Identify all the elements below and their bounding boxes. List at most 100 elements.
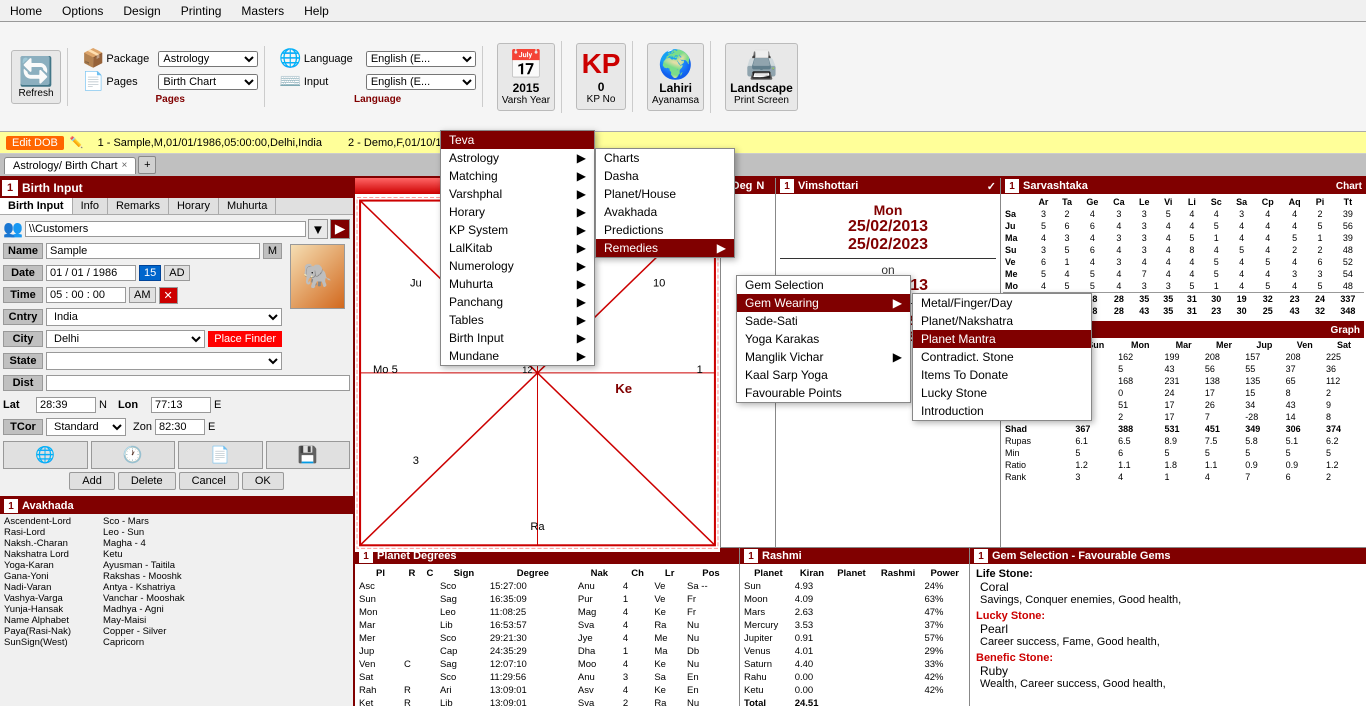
rem-yoga-karakas[interactable]: Yoga Karakas: [737, 330, 910, 348]
teva-menu-item-muhurta[interactable]: Muhurta▶: [441, 275, 594, 293]
gw-planet-mantra[interactable]: Planet Mantra: [913, 330, 1091, 348]
tab-close-button[interactable]: ×: [122, 160, 128, 171]
shadbala-graph-btn[interactable]: Graph: [1331, 325, 1360, 336]
teva-menu-item-mundane[interactable]: Mundane▶: [441, 347, 594, 365]
place-finder-button[interactable]: Place Finder: [208, 331, 282, 347]
time-clear-btn[interactable]: ✕: [159, 287, 178, 304]
teva-menu-item-horary[interactable]: Horary▶: [441, 203, 594, 221]
av-val-9: May-Maisi: [103, 615, 146, 626]
doc-button[interactable]: 📄: [178, 441, 263, 469]
menu-printing[interactable]: Printing: [171, 2, 232, 20]
pencil-icon[interactable]: ✏️: [70, 136, 84, 149]
tcor-select[interactable]: Standard: [46, 418, 126, 436]
landscape-button[interactable]: 🖨️ Landscape Print Screen: [725, 43, 798, 111]
sarv-chart-btn[interactable]: Chart: [1336, 181, 1362, 192]
customer-path-input[interactable]: [25, 221, 306, 237]
add-button[interactable]: Add: [69, 472, 115, 490]
charts-submenu: Charts Dasha Planet/House Avakhada Predi…: [595, 148, 735, 258]
tab-astrology-birth-chart[interactable]: Astrology/ Birth Chart ×: [4, 157, 136, 174]
toolbar: 🔄 Refresh 📦 Package Astrology 📄 Pages: [0, 22, 1366, 132]
pages-select[interactable]: Birth Chart: [158, 74, 258, 90]
gw-items-donate[interactable]: Items To Donate: [913, 366, 1091, 384]
rashmi-row-moon: Moon4.0963%: [744, 594, 965, 605]
tab-horary[interactable]: Horary: [169, 198, 219, 214]
gw-introduction[interactable]: Introduction: [913, 402, 1091, 420]
state-select[interactable]: [46, 352, 282, 370]
teva-menu-item-lalkitab[interactable]: LalKitab▶: [441, 239, 594, 257]
teva-menu-item-tables[interactable]: Tables▶: [441, 311, 594, 329]
teva-menu-item-numerology[interactable]: Numerology▶: [441, 257, 594, 275]
menu-design[interactable]: Design: [113, 2, 170, 20]
language-select[interactable]: English (E...: [366, 51, 476, 67]
ok-button[interactable]: OK: [242, 472, 284, 490]
clock-button[interactable]: 🕐: [91, 441, 176, 469]
teva-menu-item-matching[interactable]: Matching▶: [441, 167, 594, 185]
tab-label: Astrology/ Birth Chart: [13, 160, 118, 172]
rem-kaal-sarp[interactable]: Kaal Sarp Yoga: [737, 366, 910, 384]
gw-contradict[interactable]: Contradict. Stone: [913, 348, 1091, 366]
name-input[interactable]: [46, 243, 260, 259]
refresh-button[interactable]: 🔄 Refresh: [11, 50, 61, 104]
city-label: City: [3, 331, 43, 347]
teva-menu-item-varshphal[interactable]: Varshphal▶: [441, 185, 594, 203]
zon-input[interactable]: [155, 419, 205, 435]
lon-input[interactable]: [151, 397, 211, 413]
charts-sub-remedies[interactable]: Remedies▶: [596, 239, 734, 257]
customer-action-button[interactable]: ▶: [330, 219, 350, 239]
varsh-section: 📅 2015 Varsh Year: [491, 41, 562, 113]
teva-menu-item-birthinput[interactable]: Birth Input▶: [441, 329, 594, 347]
rem-gem-wearing[interactable]: Gem Wearing▶: [737, 294, 910, 312]
rem-gem-selection[interactable]: Gem Selection: [737, 276, 910, 294]
city-select[interactable]: Delhi: [46, 330, 205, 348]
gw-planet-nakshatra[interactable]: Planet/Nakshatra: [913, 312, 1091, 330]
ayanamsa-button[interactable]: 🌍 Lahiri Ayanamsa: [647, 43, 704, 111]
menu-help[interactable]: Help: [294, 2, 339, 20]
svg-text:Mo 5: Mo 5: [373, 364, 398, 376]
charts-sub-charts[interactable]: Charts: [596, 149, 734, 167]
charts-sub-planet-house[interactable]: Planet/House: [596, 185, 734, 203]
charts-sub-avakhada[interactable]: Avakhada: [596, 203, 734, 221]
planet-deg-content: PlRCSignDegreeNakChLrPos AscSco15:27:00A…: [355, 564, 739, 706]
rem-manglik[interactable]: Manglik Vichar▶: [737, 348, 910, 366]
date-input[interactable]: [46, 265, 136, 281]
teva-menu-item-panchang[interactable]: Panchang▶: [441, 293, 594, 311]
rashmi-num: 1: [744, 549, 758, 563]
input-select[interactable]: English (E...: [366, 74, 476, 90]
menu-options[interactable]: Options: [52, 2, 113, 20]
gw-lucky-stone[interactable]: Lucky Stone: [913, 384, 1091, 402]
tab-add-button[interactable]: +: [138, 156, 156, 174]
charts-sub-dasha[interactable]: Dasha: [596, 167, 734, 185]
varsh-button[interactable]: 📅 2015 Varsh Year: [497, 43, 555, 111]
country-select[interactable]: India: [46, 308, 282, 326]
menu-home[interactable]: Home: [0, 2, 52, 20]
teva-menu-item-astrology[interactable]: Astrology▶: [441, 149, 594, 167]
avakhada-row-7: Vashya-VargaVanchar - Mooshak: [4, 593, 349, 604]
teva-menu-item-0[interactable]: Teva: [441, 131, 594, 149]
gw-metal-finger[interactable]: Metal/Finger/Day: [913, 294, 1091, 312]
lat-input[interactable]: [36, 397, 96, 413]
time-am-btn[interactable]: AM: [129, 287, 156, 303]
cancel-button[interactable]: Cancel: [179, 472, 239, 490]
dist-input[interactable]: [46, 375, 350, 391]
tab-remarks[interactable]: Remarks: [108, 198, 169, 214]
kp-button[interactable]: KP 0 KP No: [576, 43, 626, 110]
date-ad-btn[interactable]: AD: [164, 265, 189, 281]
rem-favourable[interactable]: Favourable Points: [737, 384, 910, 402]
delete-button[interactable]: Delete: [118, 472, 176, 490]
customer-browse-button[interactable]: ▼: [308, 219, 328, 239]
teva-menu-item-kp[interactable]: KP System▶: [441, 221, 594, 239]
menu-masters[interactable]: Masters: [231, 2, 294, 20]
save-button[interactable]: 💾: [266, 441, 351, 469]
tab-muhurta[interactable]: Muhurta: [219, 198, 276, 214]
rem-sade-sati[interactable]: Sade-Sati: [737, 312, 910, 330]
charts-sub-predictions[interactable]: Predictions: [596, 221, 734, 239]
edit-dob-button[interactable]: Edit DOB: [6, 136, 64, 150]
time-input[interactable]: [46, 287, 126, 303]
pd-row-jup: JupCap24:35:29Dha1MaDb: [359, 646, 735, 657]
package-select[interactable]: Astrology: [158, 51, 258, 67]
globe-button[interactable]: 🌐: [3, 441, 88, 469]
tab-info[interactable]: Info: [73, 198, 108, 214]
name-btn[interactable]: M: [263, 243, 282, 259]
tab-birth-input[interactable]: Birth Input: [0, 198, 73, 214]
lucky-stone-desc: Career success, Fame, Good health,: [980, 636, 1360, 648]
